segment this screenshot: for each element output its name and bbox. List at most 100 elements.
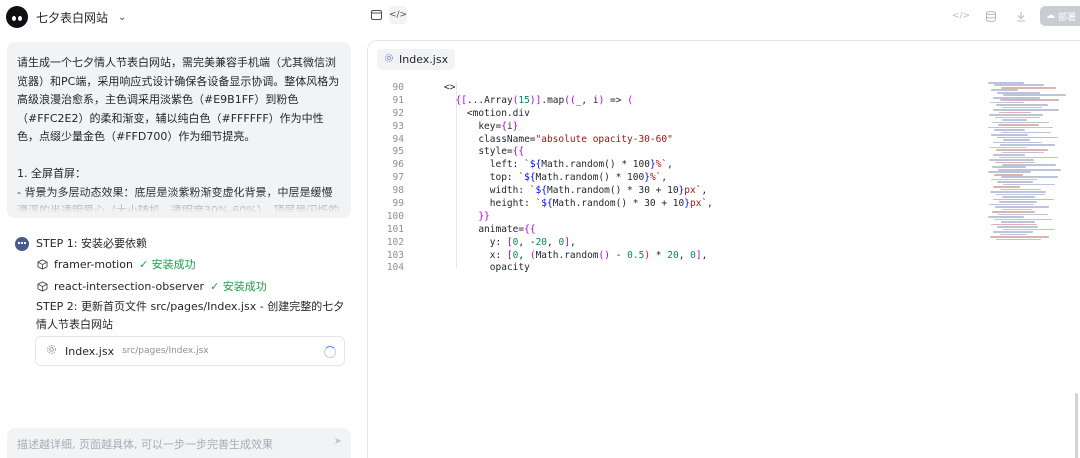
minimap-line [1003,94,1067,97]
tab-index-jsx[interactable]: Index.jsx [377,49,456,70]
code-line[interactable]: 98 width: `${Math.random() * 30 + 10}px`… [368,185,988,198]
file-card[interactable]: Index.jsx src/pages/Index.jsx [35,336,345,366]
code-line[interactable]: 101 animate={{ [368,224,988,237]
minimap-line [1003,183,1056,186]
deploy-icon: ☁ [1045,11,1055,21]
line-number: 95 [392,146,404,158]
minimap-line [999,233,1027,236]
minimap-line [1002,196,1035,198]
chat-input[interactable]: 描述越详细, 页面越具体, 可以一步一步完善生成效果 ➤ [7,428,351,458]
minimap-line [994,218,1052,221]
code-text: key={i} [444,120,519,132]
project-header[interactable]: 七夕表白网站 ⌄ [6,6,126,28]
line-number: 104 [386,262,404,274]
code-lines[interactable]: 90 <> 91 {[...Array(15)].map((_, i) => (92… [368,82,988,275]
chat-input-placeholder: 描述越详细, 页面越具体, 可以一步一步完善生成效果 [17,438,273,451]
preview-icon[interactable] [367,6,385,24]
minimap-line [996,238,1042,241]
code-line[interactable]: 97 top: `${Math.random() * 100}%`, [368,172,988,185]
minimap-line [997,181,1033,183]
expand-chevron-icon[interactable]: ⌄ [179,190,187,200]
minimap-line [1000,221,1035,223]
line-number: 99 [392,198,404,210]
minimap-line [988,82,1024,84]
code-text: {[...Array(15)].map((_, i) => ( [455,94,633,106]
code-text: height: `${Math.random() * 30 + 10}px`, [444,198,713,210]
line-number: 97 [392,172,404,184]
file-path: src/pages/Index.jsx [122,346,209,356]
code-line[interactable]: 90 <> [368,82,988,95]
minimap-line [991,211,1035,213]
send-icon[interactable]: ➤ [334,436,342,447]
minimap-line [989,146,1026,149]
minimap-line [1003,139,1031,141]
minimap-line [998,156,1059,159]
code-line[interactable]: 104 opacity [368,262,988,275]
chat-panel: 七夕表白网站 ⌄ 请生成一个七夕情人节表白网站，需完美兼容手机端（尤其微信浏览器… [0,0,358,458]
code-line[interactable]: 91 {[...Array(15)].map((_, i) => ( [368,95,988,108]
gear-icon [384,53,394,66]
code-line[interactable]: 100 }} [368,211,988,224]
minimap-line [999,188,1042,191]
minimap-line [995,161,1035,164]
minimap-line [997,124,1040,126]
minimap-line [997,168,1061,171]
package-row: react-intersection-observer ✓ 安装成功 [36,278,351,294]
package-icon [36,258,48,270]
view-toggle: </> [367,6,407,24]
minimap-line [993,141,1042,144]
code-line[interactable]: 96 left: `${Math.random() * 100}%`, [368,159,988,172]
line-number: 92 [392,107,404,119]
code-line[interactable]: 92 <motion.div [368,108,988,121]
project-title[interactable]: 七夕表白网站 [36,9,108,26]
minimap[interactable] [988,82,1078,262]
code-text: <motion.div [444,107,530,119]
minimap-line [988,126,1053,129]
minimap-line [1001,119,1027,121]
code-line[interactable]: 102 y: [0, -20, 0], [368,237,988,250]
minimap-line [988,216,1024,218]
bot-icon [15,237,29,251]
code-text: style={{ [444,146,525,158]
chevron-down-icon[interactable]: ⌄ [118,12,126,23]
editor-scrollbar[interactable] [1075,393,1078,458]
minimap-line [1003,228,1056,231]
code-text: x: [0, (Math.random() - 0.5) * 20, 0], [444,249,708,261]
minimap-line [994,129,1025,131]
code-line[interactable]: 93 key={i} [368,121,988,134]
minimap-line [990,89,1018,92]
code-icon[interactable]: </> [389,6,407,24]
app-logo-icon [6,6,28,28]
code-editor[interactable]: Index.jsx 90 <> 91 {[...Array(15)].map((_,… [367,40,1080,458]
code-line[interactable]: 103 x: [0, (Math.random() - 0.5) * 20, 0… [368,250,988,263]
minimap-line [1000,131,1051,134]
package-row: framer-motion ✓ 安装成功 [36,256,351,272]
file-name: Index.jsx [65,344,115,358]
line-number: 90 [392,82,404,93]
code-text: animate={{ [444,223,536,235]
code-text: }} [478,210,490,222]
minimap-line [998,201,1037,203]
code-icon[interactable]: </> [950,7,972,25]
minimap-line [993,96,1041,99]
minimap-line [997,213,1049,216]
database-icon[interactable] [980,7,1002,25]
code-line[interactable]: 99 height: `${Math.random() * 30 + 10}px… [368,198,988,211]
minimap-line [994,84,1044,87]
minimap-line [988,159,1034,161]
download-icon[interactable] [1010,7,1032,25]
minimap-line [995,116,1041,119]
code-text: top: `${Math.random() * 100}%`, [444,172,668,184]
minimap-line [993,186,1021,188]
top-actions: </> ☁ 部署 [950,6,1080,26]
code-text: className="absolute opacity-30-60" [444,133,673,145]
code-line[interactable]: 94 className="absolute opacity-30-60" [368,134,988,147]
code-text: <> [444,82,456,93]
install-status: ✓ 安装成功 [210,280,267,293]
minimap-line [999,99,1060,101]
deploy-button[interactable]: ☁ 部署 [1039,6,1080,26]
step-1: STEP 1: 安装必要依赖 [15,236,351,252]
minimap-line [990,134,1029,136]
minimap-line [991,166,1026,169]
code-line[interactable]: 95 style={{ [368,146,988,159]
